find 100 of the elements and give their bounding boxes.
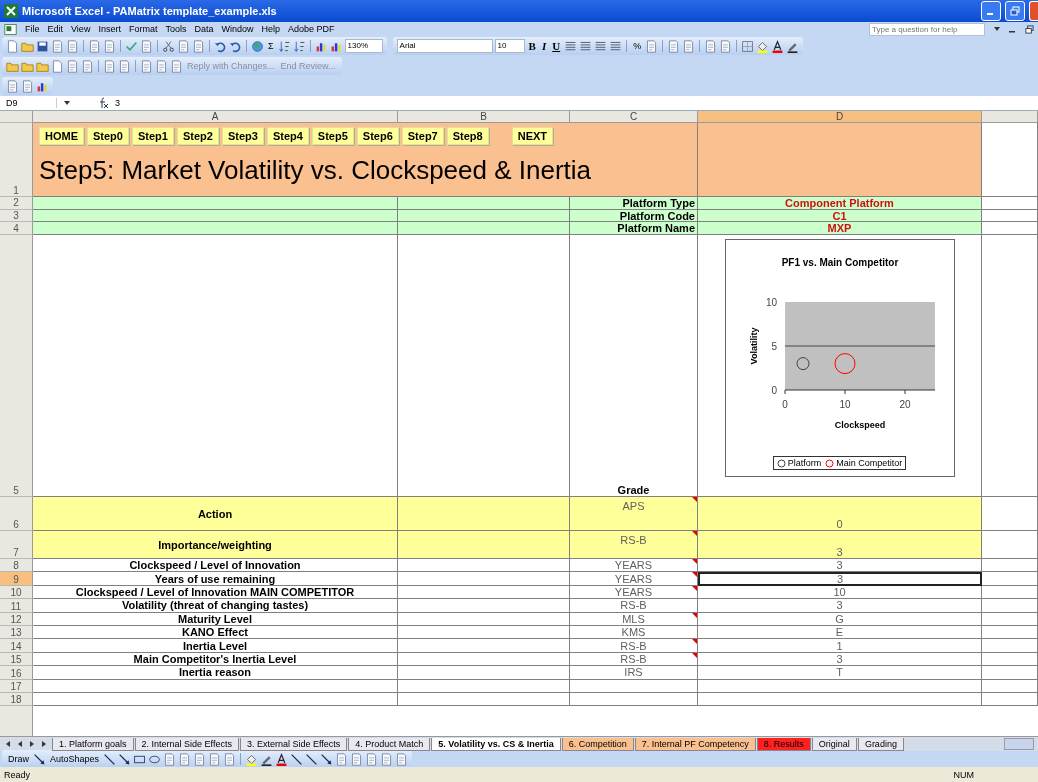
table-cell[interactable]: G <box>698 612 982 626</box>
row-header[interactable]: 14 <box>0 639 33 653</box>
nav-button[interactable]: Step7 <box>401 127 444 145</box>
format-button[interactable]: I <box>539 40 549 52</box>
arrow-icon[interactable] <box>118 752 132 766</box>
document-icon[interactable] <box>719 39 733 53</box>
line-icon[interactable] <box>290 752 304 766</box>
menu-item[interactable]: Window <box>221 24 254 34</box>
close-button[interactable] <box>1029 1 1038 21</box>
menu-item[interactable]: Edit <box>47 24 64 34</box>
document-icon[interactable] <box>88 39 101 53</box>
grid-cell[interactable] <box>982 626 1038 640</box>
grid-cell[interactable] <box>33 679 398 693</box>
name-box[interactable]: D9 <box>0 98 57 108</box>
table-cell[interactable]: E <box>698 626 982 640</box>
chart-area[interactable]: PF1 vs. Main Competitor 0 5 10 0 10 20 Clockspeed Volatility Platform Main Competitor <box>724 239 955 478</box>
nav-button[interactable]: Step1 <box>131 127 174 145</box>
percent-button[interactable]: % <box>631 41 644 51</box>
globe-icon[interactable] <box>251 39 264 53</box>
grid-cell[interactable] <box>982 235 1038 498</box>
grid-cell[interactable]: RS-B <box>570 639 698 653</box>
checkmark-icon[interactable] <box>125 39 138 53</box>
document-icon[interactable] <box>81 59 94 73</box>
nav-button[interactable]: HOME <box>39 127 84 145</box>
grid-cell[interactable] <box>398 559 570 573</box>
document-icon[interactable] <box>155 59 168 73</box>
row-header[interactable]: 16 <box>0 666 33 680</box>
document-icon[interactable] <box>645 39 659 53</box>
sheet-tab[interactable]: Grading <box>857 737 904 751</box>
grid-cell[interactable] <box>398 572 570 586</box>
grid-cell[interactable]: APS <box>570 497 698 532</box>
nav-button[interactable]: Step5 <box>311 127 354 145</box>
grid-cell[interactable] <box>982 639 1038 653</box>
row-header[interactable]: 1 <box>0 123 33 197</box>
font-color-icon[interactable] <box>275 752 289 766</box>
grid-cell[interactable] <box>398 197 570 210</box>
sheet-tab[interactable]: 7. Internal PF Competency <box>634 737 756 751</box>
sort-icon[interactable] <box>292 39 306 53</box>
document-icon[interactable] <box>223 752 237 766</box>
menu-item[interactable]: Format <box>128 24 158 34</box>
grid-cell[interactable] <box>982 692 1038 707</box>
nav-button[interactable]: Step2 <box>176 127 219 145</box>
grid-cell[interactable] <box>982 572 1038 586</box>
grid-cell[interactable]: RS-B <box>570 599 698 613</box>
table-cell[interactable]: 10 <box>698 585 982 600</box>
document-icon[interactable] <box>178 752 192 766</box>
grid-cell[interactable] <box>398 531 570 560</box>
document-icon[interactable] <box>682 39 696 53</box>
nav-button[interactable]: Step0 <box>87 127 129 145</box>
new-page-icon[interactable] <box>51 59 64 73</box>
table-cell[interactable]: T <box>698 666 982 680</box>
table-cell[interactable]: 0 <box>698 497 982 532</box>
dropdown-arrow-icon[interactable] <box>993 25 1001 33</box>
document-icon[interactable] <box>365 752 379 766</box>
row-header[interactable]: 8 <box>0 559 33 573</box>
grid-cell[interactable] <box>398 666 570 680</box>
select-all-corner[interactable] <box>0 111 33 123</box>
grid-cell[interactable]: YEARS <box>570 559 698 573</box>
grid-cell[interactable] <box>398 599 570 613</box>
align-icon[interactable] <box>594 39 608 53</box>
grid-cell[interactable]: MLS <box>570 612 698 626</box>
align-icon[interactable] <box>579 39 593 53</box>
menu-item[interactable]: Adobe PDF <box>288 24 335 34</box>
grid-cell[interactable] <box>398 652 570 667</box>
sheet-tab[interactable]: 6. Competition <box>561 737 634 751</box>
new-page-icon[interactable] <box>6 39 19 53</box>
row-header[interactable]: 4 <box>0 222 33 236</box>
grid-cell[interactable] <box>698 123 982 197</box>
arrow-icon[interactable] <box>33 752 46 766</box>
grid-cell[interactable] <box>398 497 570 532</box>
grid-cell[interactable]: IRS <box>570 666 698 680</box>
table-cell[interactable]: 3 <box>698 652 982 667</box>
grid-cell[interactable] <box>398 585 570 600</box>
grid-cell[interactable] <box>570 692 698 707</box>
document-icon[interactable] <box>66 39 79 53</box>
grid-cell[interactable] <box>982 222 1038 236</box>
row-header[interactable]: 13 <box>0 626 33 640</box>
borders-icon[interactable] <box>741 39 755 53</box>
sheet-tab[interactable]: 2. Internal Side Effects <box>134 737 239 751</box>
table-cell[interactable]: 3 <box>698 599 982 613</box>
grid-cell[interactable] <box>570 679 698 693</box>
document-icon[interactable] <box>170 59 183 73</box>
document-icon[interactable] <box>6 79 19 93</box>
grid-cell[interactable]: KMS <box>570 626 698 640</box>
grid-cell[interactable] <box>398 222 570 236</box>
workbook-icon[interactable] <box>4 22 17 36</box>
grid-cell[interactable] <box>698 679 982 693</box>
autosum-button[interactable]: Σ <box>266 41 276 51</box>
column-header[interactable]: D <box>698 111 982 123</box>
undo-icon[interactable] <box>229 39 242 53</box>
formula-field[interactable]: 3 <box>115 98 120 108</box>
grid-cell[interactable]: RS-B <box>570 652 698 667</box>
grid-cell[interactable] <box>982 559 1038 573</box>
grid-cell[interactable] <box>982 679 1038 693</box>
grid-cell[interactable] <box>33 222 398 236</box>
table-cell[interactable]: 3 <box>698 531 982 560</box>
nav-button[interactable]: NEXT <box>511 127 554 145</box>
document-icon[interactable] <box>193 752 207 766</box>
align-icon[interactable] <box>609 39 623 53</box>
column-header[interactable] <box>982 111 1038 123</box>
